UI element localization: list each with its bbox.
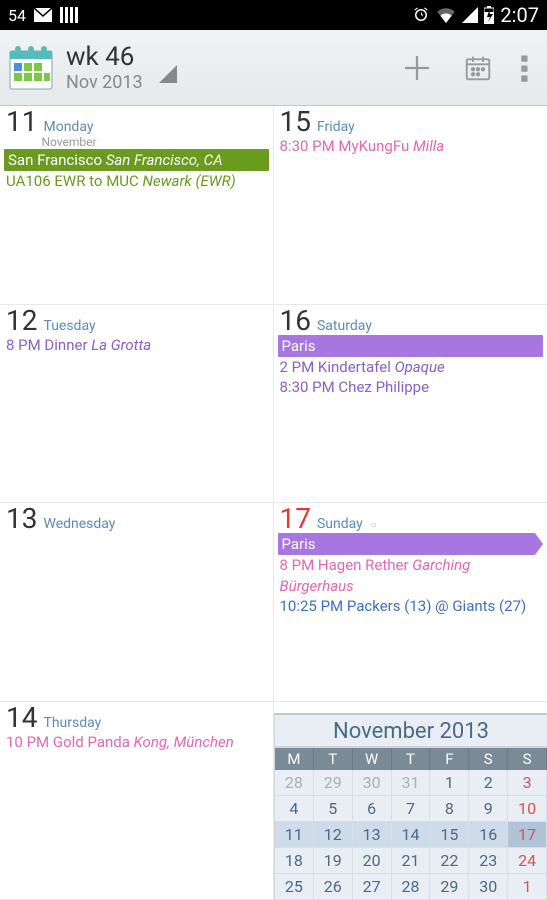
mini-month-day[interactable]: 9 — [469, 796, 508, 822]
day-cell[interactable]: 13 Wednesday — [0, 503, 274, 702]
gmail-icon — [34, 8, 52, 22]
mini-month-weekday: T — [314, 748, 353, 770]
mini-month-day[interactable]: 25 — [275, 874, 314, 900]
event[interactable]: 8:30 PM Chez Philippe — [278, 377, 544, 397]
day-cell[interactable]: 15 Friday8:30 PM MyKungFu Milla — [274, 106, 547, 305]
event[interactable]: 10 PM Gold Panda Kong, München — [4, 732, 269, 752]
mini-month[interactable]: November 2013 MTWTFSS2829303112345678910… — [274, 713, 547, 900]
mini-month-weekday: S — [469, 748, 508, 770]
mini-month-day[interactable]: 8 — [430, 796, 469, 822]
mini-month-day[interactable]: 20 — [353, 848, 392, 874]
spinner-icon — [159, 65, 177, 87]
mini-month-day[interactable]: 18 — [275, 848, 314, 874]
mini-month-day[interactable]: 27 — [353, 874, 392, 900]
event[interactable]: UA106 EWR to MUC Newark (EWR) — [4, 171, 269, 191]
event[interactable]: 10:25 PM Packers (13) @ Giants (27) — [278, 596, 544, 616]
day-number: 12 — [6, 307, 37, 335]
mini-month-day[interactable]: 19 — [314, 848, 353, 874]
day-name: Friday — [317, 119, 355, 135]
mini-month-day[interactable]: 5 — [314, 796, 353, 822]
mini-month-day[interactable]: 6 — [353, 796, 392, 822]
event[interactable]: Paris — [278, 335, 544, 357]
mini-month-day[interactable]: 3 — [508, 770, 547, 796]
mini-month-day[interactable]: 10 — [508, 796, 547, 822]
event[interactable]: Paris — [278, 533, 536, 555]
day-cell[interactable]: 16 SaturdayParis2 PM Kindertafel Opaque8:… — [274, 305, 547, 504]
mini-month-day[interactable]: 22 — [430, 848, 469, 874]
day-cell[interactable]: 17 Sunday ○ Paris8 PM Hagen Rether Garching… — [274, 503, 547, 702]
day-number: 14 — [6, 704, 37, 732]
status-bar: 54 2:07 — [0, 0, 547, 30]
mini-month-title: November 2013 — [275, 715, 547, 748]
mini-month-day[interactable]: 14 — [392, 822, 431, 848]
day-sublabel: November — [41, 135, 96, 149]
barcode-icon — [60, 7, 78, 23]
wifi-icon — [436, 7, 456, 23]
mini-month-day[interactable]: 1 — [508, 874, 547, 900]
mini-month-day[interactable]: 13 — [353, 822, 392, 848]
app-icon — [6, 43, 56, 93]
day-name: Tuesday — [43, 318, 95, 334]
mini-month-day[interactable]: 4 — [275, 796, 314, 822]
mini-month-day[interactable]: 7 — [392, 796, 431, 822]
mini-month-day[interactable]: 26 — [314, 874, 353, 900]
mini-month-day[interactable]: 16 — [469, 822, 508, 848]
title-dropdown[interactable]: wk 46 Nov 2013 — [66, 42, 399, 93]
mini-month-day[interactable]: 28 — [275, 770, 314, 796]
mini-month-weekday: T — [392, 748, 431, 770]
app-header: wk 46 Nov 2013 — [0, 30, 547, 106]
mini-month-day[interactable]: 1 — [430, 770, 469, 796]
day-cell[interactable]: 14 Thursday10 PM Gold Panda Kong, München — [0, 702, 274, 900]
mini-month-day[interactable]: 23 — [469, 848, 508, 874]
holiday-indicator-icon: ○ — [371, 520, 377, 531]
mini-month-weekday: M — [275, 748, 314, 770]
mini-month-weekday: S — [508, 748, 547, 770]
mini-month-day[interactable]: 31 — [392, 770, 431, 796]
day-name: Wednesday — [43, 516, 115, 532]
event[interactable]: San Francisco San Francisco, CA — [4, 149, 269, 171]
day-name: Thursday — [43, 715, 101, 731]
mini-month-day[interactable]: 30 — [469, 874, 508, 900]
today-button[interactable] — [463, 53, 493, 83]
day-cell[interactable]: 11 MondayNovemberSan Francisco San Franci… — [0, 106, 274, 305]
day-name: Saturday — [317, 318, 372, 334]
notification-count: 54 — [8, 6, 26, 25]
day-name: Sunday — [317, 516, 363, 532]
mini-month-day[interactable]: 29 — [430, 874, 469, 900]
event[interactable]: 8 PM Dinner La Grotta — [4, 335, 269, 355]
event[interactable]: 8:30 PM MyKungFu Milla — [278, 136, 544, 156]
day-number: 16 — [280, 307, 311, 335]
week-label: wk 46 — [66, 42, 143, 72]
event[interactable]: 8 PM Hagen Rether Garching Bürgerhaus — [278, 555, 544, 596]
mini-month-day[interactable]: 15 — [430, 822, 469, 848]
alarm-icon — [412, 6, 430, 24]
mini-month-day[interactable]: 30 — [353, 770, 392, 796]
signal-icon — [462, 7, 478, 23]
add-event-button[interactable] — [399, 50, 435, 86]
mini-month-day[interactable]: 2 — [469, 770, 508, 796]
clock-text: 2:07 — [500, 3, 539, 27]
mini-month-day[interactable]: 28 — [392, 874, 431, 900]
day-number: 15 — [280, 108, 311, 136]
day-number: 11 — [6, 108, 37, 136]
mini-month-weekday: F — [430, 748, 469, 770]
event[interactable]: 2 PM Kindertafel Opaque — [278, 357, 544, 377]
day-number: 13 — [6, 505, 37, 533]
month-label: Nov 2013 — [66, 72, 143, 93]
mini-month-weekday: W — [353, 748, 392, 770]
day-cell[interactable]: 12 Tuesday8 PM Dinner La Grotta — [0, 305, 274, 504]
day-name: Monday — [43, 119, 96, 135]
mini-month-day[interactable]: 17 — [508, 822, 547, 848]
mini-month-day[interactable]: 11 — [275, 822, 314, 848]
mini-month-day[interactable]: 12 — [314, 822, 353, 848]
mini-month-day[interactable]: 29 — [314, 770, 353, 796]
mini-month-day[interactable]: 21 — [392, 848, 431, 874]
overflow-menu-button[interactable] — [521, 53, 529, 83]
battery-icon — [484, 6, 494, 24]
mini-month-day[interactable]: 24 — [508, 848, 547, 874]
day-number: 17 — [280, 505, 311, 533]
